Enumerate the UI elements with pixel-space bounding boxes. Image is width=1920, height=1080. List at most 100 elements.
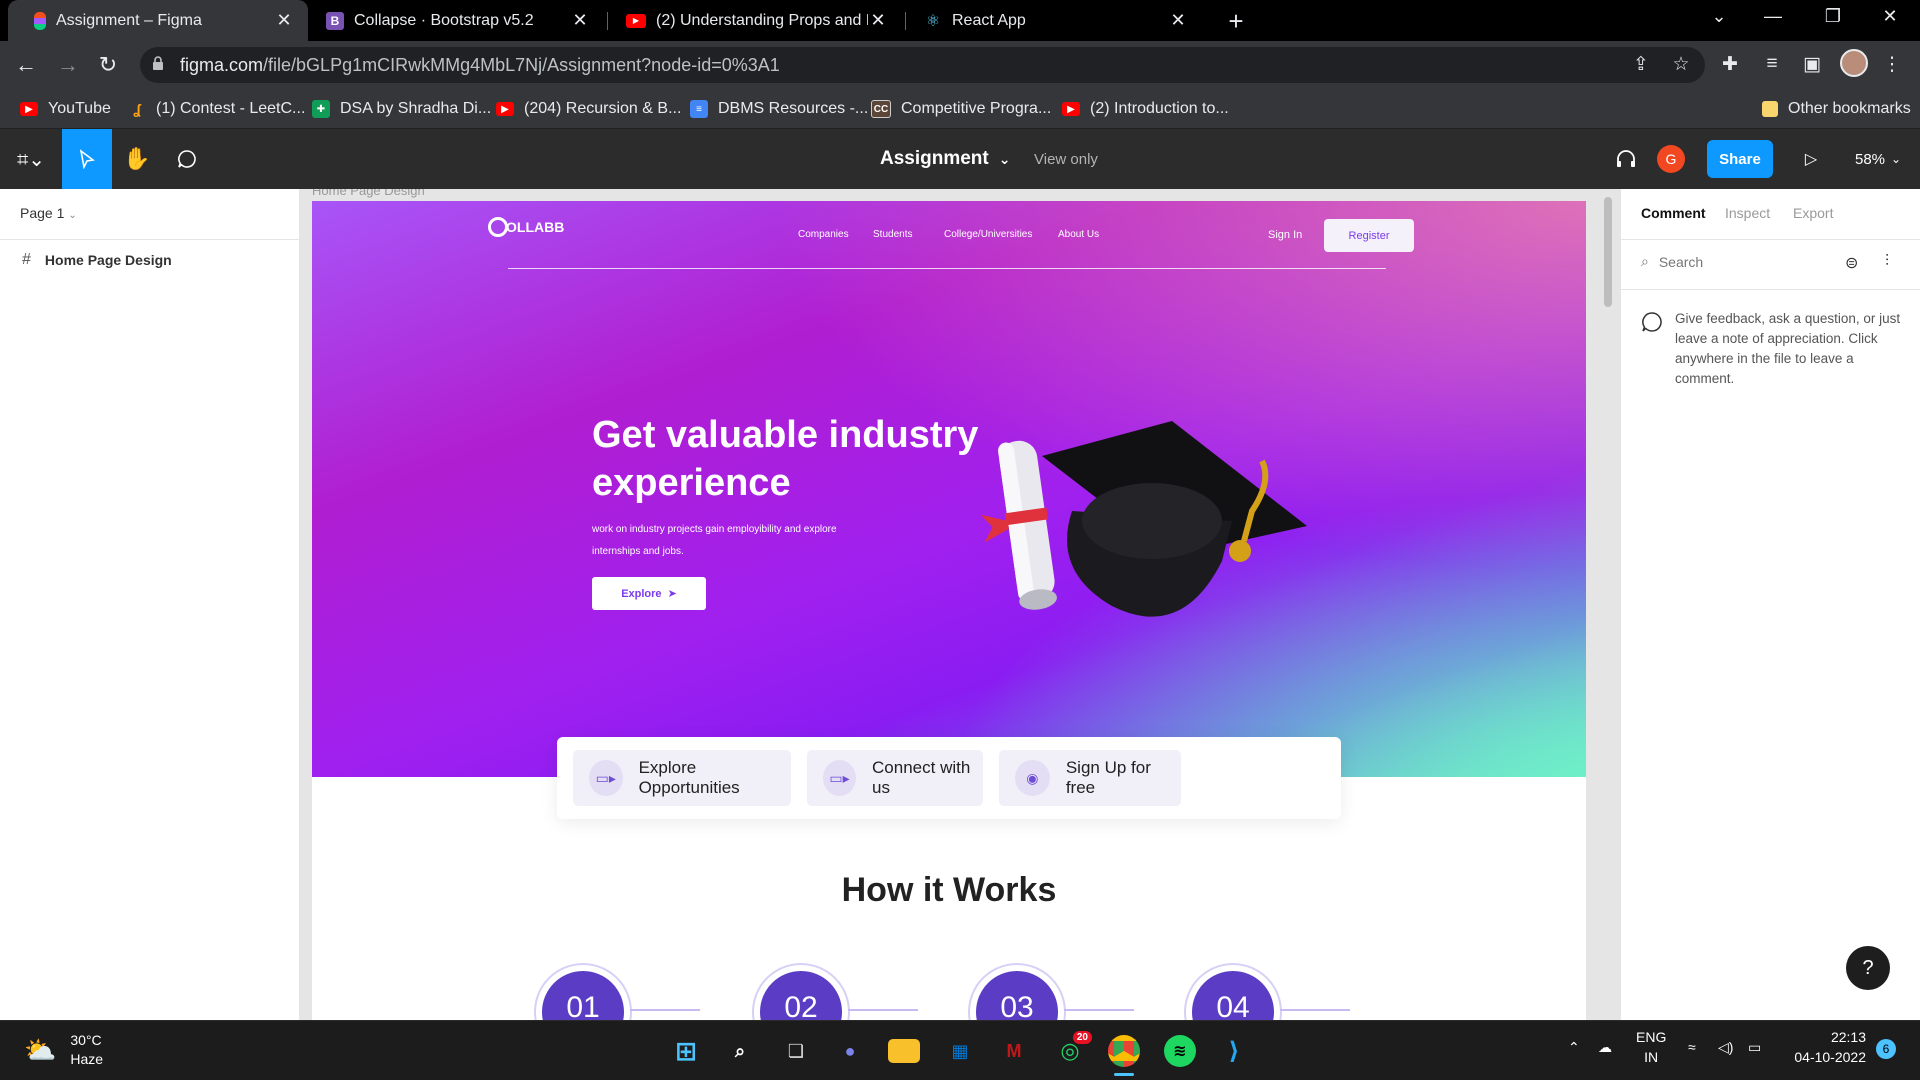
- audio-headphones-icon[interactable]: [1608, 129, 1644, 189]
- layer-item-home-page-design[interactable]: # Home Page Design: [22, 251, 172, 269]
- step-arrow: [848, 1009, 918, 1011]
- nav-colleges[interactable]: College/Universities: [944, 229, 1032, 240]
- language-indicator[interactable]: ENG IN: [1636, 1027, 1666, 1067]
- nav-about-us[interactable]: About Us: [1058, 229, 1099, 240]
- back-button[interactable]: ←: [12, 51, 40, 79]
- explore-button[interactable]: Explore ➤: [592, 577, 706, 610]
- media-queue-icon[interactable]: ≡: [1759, 53, 1785, 75]
- graduation-cap-illustration: [982, 421, 1307, 617]
- extensions-icon[interactable]: ✚: [1717, 53, 1743, 76]
- close-icon[interactable]: ✕: [274, 10, 294, 31]
- bookmark-dbms[interactable]: ≡ DBMS Resources -...: [690, 89, 868, 129]
- wifi-icon[interactable]: ≈: [1688, 1039, 1696, 1055]
- windows-start-icon[interactable]: ⊞: [670, 1035, 702, 1067]
- frame-label[interactable]: Home Page Design: [312, 189, 425, 198]
- clock[interactable]: 22:13 04-10-2022: [1786, 1027, 1866, 1067]
- sign-in-link[interactable]: Sign In: [1268, 229, 1302, 241]
- lock-icon[interactable]: [152, 56, 164, 70]
- chrome-icon[interactable]: [1108, 1035, 1140, 1067]
- search-icon[interactable]: ⌕: [724, 1035, 756, 1067]
- tab-inspect[interactable]: Inspect: [1725, 205, 1770, 221]
- bookmark-competitive[interactable]: CC Competitive Progra...: [871, 89, 1051, 129]
- minimize-button[interactable]: —: [1758, 6, 1788, 27]
- register-button[interactable]: Register: [1324, 219, 1414, 252]
- canvas-scrollbar[interactable]: [1604, 197, 1612, 307]
- bookmark-label: Other bookmarks: [1788, 100, 1911, 117]
- card-explore-opportunities[interactable]: ▭▸ Explore Opportunities: [573, 750, 791, 806]
- other-bookmarks[interactable]: Other bookmarks: [1762, 89, 1911, 129]
- card-connect-with-us[interactable]: ▭▸ Connect with us: [807, 750, 983, 806]
- user-avatar[interactable]: G: [1657, 145, 1685, 173]
- bookmark-leetcode[interactable]: ʆ (1) Contest - LeetC...: [128, 89, 305, 129]
- weather-condition: Haze: [70, 1051, 104, 1067]
- battery-icon[interactable]: ▭: [1748, 1039, 1761, 1056]
- onedrive-icon[interactable]: ☁: [1598, 1039, 1612, 1056]
- comment-tool-icon[interactable]: [162, 129, 212, 189]
- page-selector[interactable]: Page 1 ⌄: [20, 205, 77, 221]
- close-icon[interactable]: ✕: [1168, 10, 1188, 31]
- microsoft-store-icon[interactable]: ▦: [944, 1035, 976, 1067]
- close-icon[interactable]: ✕: [570, 10, 590, 31]
- profile-avatar[interactable]: [1840, 49, 1868, 77]
- collabb-logo: OLLABB: [488, 217, 564, 237]
- tab-export[interactable]: Export: [1793, 205, 1833, 221]
- whatsapp-icon[interactable]: ◎ 20: [1054, 1031, 1092, 1067]
- home-page-design-frame[interactable]: OLLABB Companies Students College/Univer…: [312, 201, 1586, 1020]
- chevron-down-icon: ⌄: [68, 210, 77, 221]
- file-explorer-icon[interactable]: [888, 1039, 920, 1063]
- figma-menu-icon[interactable]: ⌗⌄: [8, 129, 54, 189]
- vscode-icon[interactable]: ⟩: [1218, 1035, 1250, 1067]
- file-title[interactable]: Assignment ⌄: [880, 129, 1010, 189]
- close-window-button[interactable]: ✕: [1875, 6, 1905, 27]
- share-page-icon[interactable]: ⇪: [1628, 53, 1654, 76]
- how-it-works-title: How it Works: [841, 871, 1057, 909]
- card-sign-up[interactable]: ◉ Sign Up for free: [999, 750, 1181, 806]
- comment-search[interactable]: ⌕ Search: [1641, 253, 1703, 270]
- restore-button[interactable]: ❐: [1818, 6, 1848, 27]
- move-tool-icon[interactable]: [62, 129, 112, 189]
- hand-tool-icon[interactable]: ✋: [112, 129, 162, 189]
- mcafee-icon[interactable]: M: [998, 1035, 1030, 1067]
- weather-widget[interactable]: ⛅ 30°C Haze: [24, 1031, 103, 1069]
- filter-icon[interactable]: ⊜: [1845, 253, 1858, 273]
- settings-sliders-icon[interactable]: ⫶: [1885, 253, 1889, 271]
- present-play-icon[interactable]: ▷: [1795, 129, 1827, 189]
- volume-icon[interactable]: ◁): [1718, 1039, 1733, 1056]
- chrome-menu-icon[interactable]: ⋮: [1879, 53, 1905, 76]
- bookmark-label: DBMS Resources -...: [718, 100, 869, 117]
- bookmark-youtube[interactable]: ▶ YouTube: [20, 89, 111, 129]
- bookmark-recursion[interactable]: ▶ (204) Recursion & B...: [496, 89, 681, 129]
- weather-haze-icon: ⛅: [24, 1034, 57, 1065]
- layer-label: Home Page Design: [44, 252, 172, 268]
- bookmark-introduction[interactable]: ▶ (2) Introduction to...: [1062, 89, 1229, 129]
- bookmark-dsa-sheet[interactable]: ✚ DSA by Shradha Di...: [312, 89, 491, 129]
- forward-button[interactable]: →: [54, 51, 82, 79]
- share-button[interactable]: Share: [1707, 140, 1773, 178]
- tab-youtube[interactable]: ▶ (2) Understanding Props and Pro ✕: [600, 0, 902, 41]
- tab-search-chevron-icon[interactable]: ⌄: [1704, 6, 1734, 27]
- nav-companies[interactable]: Companies: [798, 229, 849, 240]
- teams-chat-icon[interactable]: ●: [834, 1035, 866, 1067]
- close-icon[interactable]: ✕: [868, 10, 888, 31]
- figma-canvas[interactable]: Home Page Design OLLABB Companies Studen…: [300, 189, 1620, 1020]
- tab-react[interactable]: ⚛ React App ✕: [898, 0, 1202, 41]
- reload-button[interactable]: ↻: [94, 51, 122, 79]
- tab-comment[interactable]: Comment: [1641, 205, 1706, 221]
- tab-bootstrap[interactable]: B Collapse · Bootstrap v5.2 ✕: [300, 0, 604, 41]
- spotify-icon[interactable]: ≋: [1164, 1035, 1196, 1067]
- tab-figma[interactable]: Assignment – Figma ✕: [8, 0, 308, 41]
- zoom-dropdown[interactable]: 58% ⌄: [1855, 129, 1901, 189]
- nav-students[interactable]: Students: [873, 229, 912, 240]
- divider: [1621, 289, 1920, 290]
- address-bar[interactable]: figma.com/file/bGLPg1mCIRwkMMg4MbL7Nj/As…: [140, 47, 1705, 83]
- task-view-icon[interactable]: ❏: [780, 1035, 812, 1067]
- side-panel-icon[interactable]: ▣: [1799, 53, 1825, 76]
- search-icon: ⌕: [1641, 253, 1649, 269]
- help-button[interactable]: ?: [1846, 946, 1890, 990]
- tray-chevron-up-icon[interactable]: ⌃: [1568, 1039, 1580, 1056]
- docs-icon: ≡: [690, 100, 708, 118]
- new-tab-button[interactable]: +: [1222, 6, 1250, 37]
- notification-count[interactable]: 6: [1876, 1039, 1896, 1059]
- bookmark-star-icon[interactable]: ☆: [1668, 53, 1694, 76]
- divider: [0, 239, 300, 240]
